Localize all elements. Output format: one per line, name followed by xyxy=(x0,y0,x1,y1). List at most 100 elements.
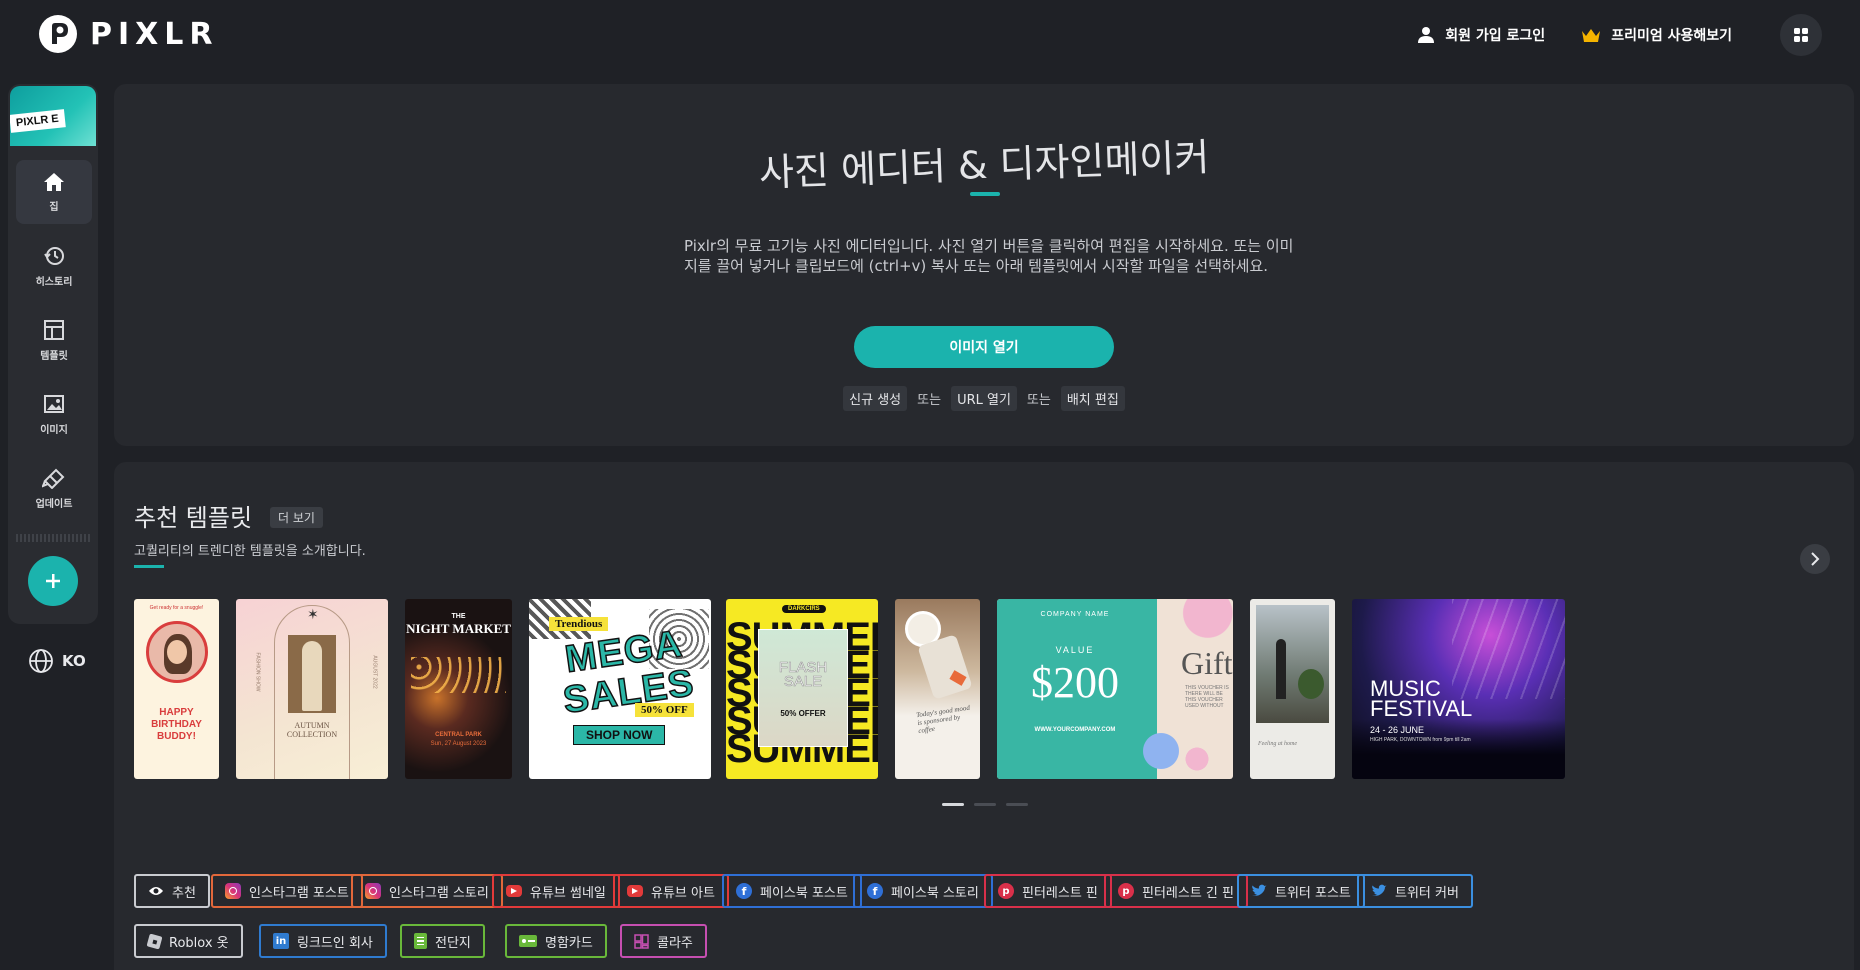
category-label: 페이스북 포스트 xyxy=(760,885,848,901)
template-card-text: $200 xyxy=(1031,658,1119,707)
template-card-text: HIGH PARK, DOWNTOWN from 9pm till 2am xyxy=(1370,737,1471,743)
category-twitter-post[interactable]: 트위터 포스트 xyxy=(1237,874,1365,908)
open-url-link[interactable]: URL 열기 xyxy=(951,386,1017,411)
login-signup-link[interactable]: 회원 가입 로그인 xyxy=(1417,25,1545,45)
carousel-dot[interactable] xyxy=(942,803,964,806)
category-collage[interactable]: 콜라주 xyxy=(620,924,707,958)
category-label: 콜라주 xyxy=(657,935,693,951)
template-card-text: THE xyxy=(451,613,466,620)
image-icon xyxy=(44,394,64,413)
sidebar-item-home[interactable]: 집 xyxy=(16,160,92,224)
category-roblox-clothing[interactable]: Roblox 옷 xyxy=(134,924,243,958)
template-card-gift-voucher[interactable]: COMPANY NAME VALUE $200 WWW.YOURCOMPANY.… xyxy=(997,599,1233,779)
template-card-autumn[interactable]: ✶ AUTUMN COLLECTION FASHION SHOW AUGUST … xyxy=(236,599,388,779)
category-business-card[interactable]: 명함카드 xyxy=(505,924,607,958)
category-label: Roblox 옷 xyxy=(169,935,229,951)
template-icon xyxy=(44,319,64,340)
megaphone-icon xyxy=(42,468,65,489)
youtube-icon xyxy=(506,885,522,897)
pixlr-e-card[interactable]: PIXLR E xyxy=(10,86,96,146)
apps-grid-button[interactable] xyxy=(1780,14,1822,56)
plus-icon xyxy=(46,574,60,588)
template-card-text: NIGHT MARKET xyxy=(406,621,511,636)
category-label: 링크드인 회사 xyxy=(297,935,373,951)
autumn-photo xyxy=(288,635,336,713)
category-label: 유튜브 썸네일 xyxy=(530,885,606,901)
collage-icon xyxy=(634,933,649,949)
language-selector[interactable]: KO xyxy=(28,648,86,674)
category-twitter-cover[interactable]: 트위터 커버 xyxy=(1357,874,1473,908)
category-facebook-story[interactable]: f 페이스북 스토리 xyxy=(853,874,993,908)
template-card-night-market[interactable]: THE NIGHT MARKET CENTRAL PARK Sun, 27 Au… xyxy=(405,599,512,779)
category-label: 유튜브 아트 xyxy=(651,885,715,901)
sidebar-item-templates[interactable]: 템플릿 xyxy=(16,308,92,372)
sidebar-item-history[interactable]: 히스토리 xyxy=(16,234,92,298)
category-facebook-post[interactable]: f 페이스북 포스트 xyxy=(722,874,862,908)
template-card-mega-sales[interactable]: Trendious MEGA SALES 50% OFF SHOP NOW xyxy=(529,599,711,779)
twitter-icon xyxy=(1372,884,1387,896)
create-new-button[interactable] xyxy=(28,556,78,606)
create-new-link[interactable]: 신규 생성 xyxy=(843,386,908,411)
carousel-next-button[interactable] xyxy=(1800,544,1830,574)
category-flyer[interactable]: 전단지 xyxy=(400,924,485,958)
carousel-dot[interactable] xyxy=(974,803,996,806)
eye-icon xyxy=(149,887,163,895)
template-card-summer[interactable]: DARKCIRS SUMMER SUMMER SUMMER SUMMER SUM… xyxy=(726,599,878,779)
category-youtube-art[interactable]: 유튜브 아트 xyxy=(613,874,729,908)
template-card-text: AUGUST 2022 xyxy=(371,655,378,689)
category-recommended[interactable]: 추천 xyxy=(134,874,210,908)
templates-underline xyxy=(134,565,164,568)
template-card-text: VALUE xyxy=(1055,645,1095,655)
crown-icon xyxy=(1582,29,1601,42)
sidebar-item-label: 히스토리 xyxy=(35,276,73,288)
carousel-dot[interactable] xyxy=(1006,803,1028,806)
batch-edit-link[interactable]: 배치 편집 xyxy=(1060,386,1125,411)
category-label: 핀터레스트 긴 핀 xyxy=(1142,885,1234,901)
category-label: 인스타그램 스토리 xyxy=(389,885,489,901)
see-more-link[interactable]: 더 보기 xyxy=(270,507,323,528)
brand-name: PIXLR xyxy=(90,16,219,52)
category-label: 전단지 xyxy=(435,935,471,951)
category-youtube-thumbnail[interactable]: 유튜브 썸네일 xyxy=(492,874,620,908)
template-card-text: HAPPY BIRTHDAY BUDDY! xyxy=(151,707,202,742)
category-linkedin-company[interactable]: in 링크드인 회사 xyxy=(259,924,387,958)
category-label: 추천 xyxy=(172,885,196,901)
sidebar-item-updates[interactable]: 업데이트 xyxy=(16,456,92,520)
template-card-text: Feeling at home xyxy=(1258,741,1297,747)
hero-panel: 사진 에디터 & 디자인메이커 Pixlr의 무료 고기능 사진 에디터입니다.… xyxy=(114,84,1854,446)
hero-title: 사진 에디터 & 디자인메이커 xyxy=(758,135,1210,195)
sidebar-item-label: 업데이트 xyxy=(35,498,73,510)
pixlr-e-tag: PIXLR E xyxy=(10,109,66,133)
top-right-actions: 회원 가입 로그인 프리미엄 사용해보기 xyxy=(1417,14,1822,56)
business-card-icon xyxy=(519,935,537,947)
template-card-music-festival[interactable]: MUSIC FESTIVAL 24 - 26 JUNE HIGH PARK, D… xyxy=(1352,599,1565,779)
template-card-birthday[interactable]: Get ready for a snuggle! HAPPY BIRTHDAY … xyxy=(134,599,219,779)
template-card-text: DARKCIRS xyxy=(782,605,826,613)
category-pinterest-long-pin[interactable]: p 핀터레스트 긴 핀 xyxy=(1104,874,1248,908)
carousel-pagination xyxy=(942,803,1028,806)
template-card-text: COMPANY NAME xyxy=(1040,611,1110,618)
sidebar-item-label: 집 xyxy=(49,201,59,213)
template-card-text: SHOP NOW xyxy=(573,725,666,745)
category-label: 트위터 커버 xyxy=(1395,885,1459,901)
sidebar-item-images[interactable]: 이미지 xyxy=(16,382,92,446)
template-card-text: Gift xyxy=(1181,645,1233,681)
templates-subtitle: 고퀄리티의 트렌디한 템플릿을 소개합니다. xyxy=(134,544,366,559)
sidebar-item-label: 템플릿 xyxy=(40,350,68,362)
premium-link[interactable]: 프리미엄 사용해보기 xyxy=(1581,25,1732,45)
category-pinterest-pin[interactable]: p 핀터레스트 핀 xyxy=(984,874,1112,908)
category-instagram-post[interactable]: 인스타그램 포스트 xyxy=(211,874,363,908)
instagram-icon xyxy=(225,883,241,899)
pixlr-logo[interactable]: PIXLR xyxy=(38,14,219,54)
template-card-interior[interactable]: Feeling at home xyxy=(1250,599,1335,779)
category-instagram-story[interactable]: 인스타그램 스토리 xyxy=(351,874,503,908)
facebook-icon: f xyxy=(736,883,752,899)
instagram-icon xyxy=(365,883,381,899)
linkedin-icon: in xyxy=(273,933,289,949)
template-card-coffee[interactable]: Today's good mood is sponsored by coffee xyxy=(895,599,980,779)
facebook-icon: f xyxy=(867,883,883,899)
template-card-text: 24 - 26 JUNE xyxy=(1370,725,1425,735)
template-card-text: 50% OFF xyxy=(635,703,694,717)
grid-icon xyxy=(1794,28,1808,42)
open-image-button[interactable]: 이미지 열기 xyxy=(854,326,1114,368)
